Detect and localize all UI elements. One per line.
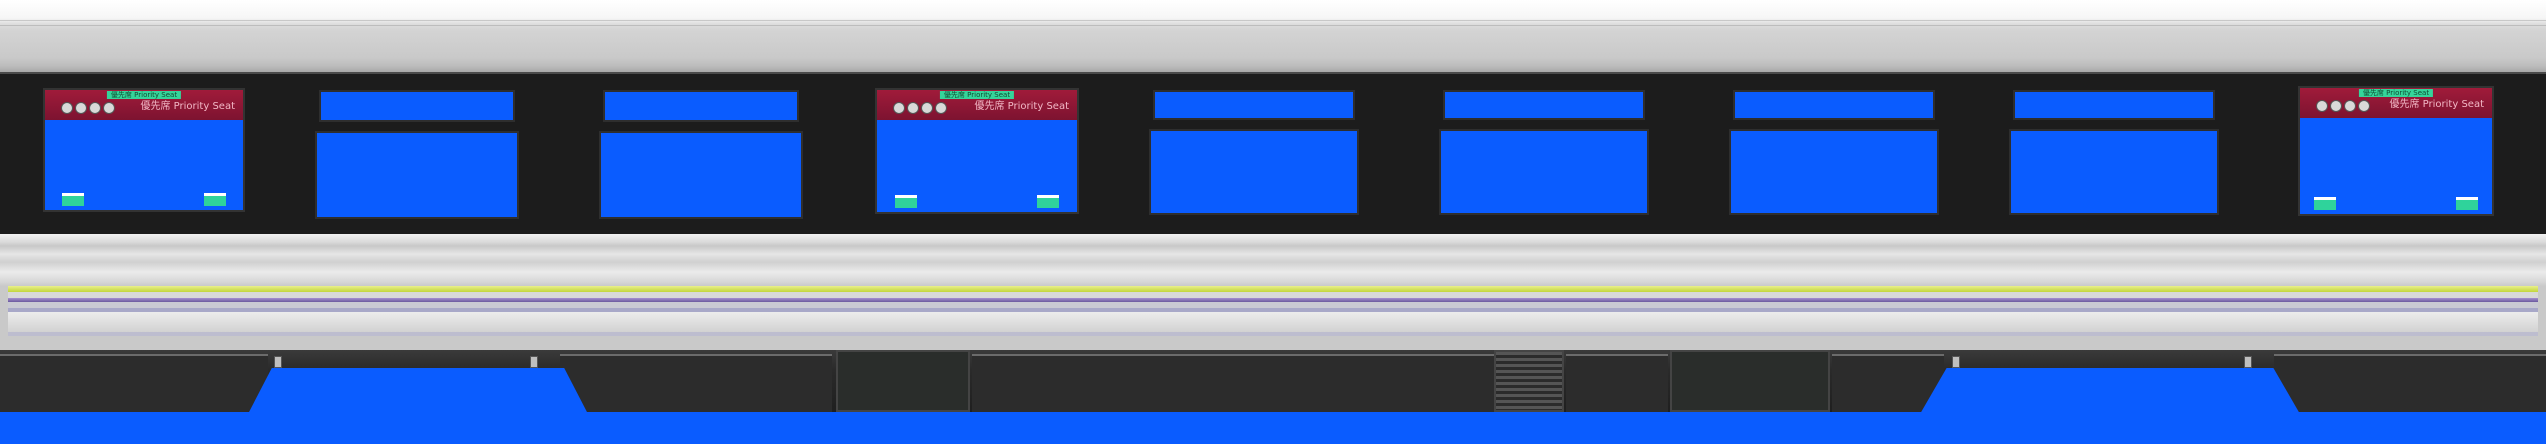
elderly-icon (907, 102, 919, 114)
roof-seam (0, 25, 2546, 26)
green-sticker-right (2456, 197, 2478, 210)
window-upper-pane (1153, 90, 1355, 120)
window-lower-pane (1149, 129, 1359, 215)
priority-seat-icons (2316, 100, 2370, 112)
pregnant-icon (921, 102, 933, 114)
side-skirt (0, 354, 268, 412)
car-roof (0, 0, 2546, 72)
priority-seat-window: 優先席 Priority Seat 優先席 Priority Seat (875, 88, 1079, 214)
window-lower-pane (1729, 129, 1939, 215)
side-skirt (1566, 354, 1668, 412)
priority-seat-tag: 優先席 Priority Seat (2358, 89, 2434, 97)
priority-seat-label: 優先席 Priority Seat (140, 101, 236, 112)
priority-seat-label: 優先席 Priority Seat (974, 101, 1070, 112)
body-bottom-stripe (8, 332, 2538, 336)
window-lower-pane (315, 131, 519, 219)
priority-seat-window: 優先席 Priority Seat 優先席 Priority Seat (2298, 86, 2494, 216)
bogie-mount (2244, 356, 2252, 368)
priority-seat-tag: 優先席 Priority Seat (106, 91, 182, 99)
elderly-icon (2330, 100, 2342, 112)
car-body-panel (0, 234, 2546, 350)
priority-seat-window: 優先席 Priority Seat 優先席 Priority Seat (43, 88, 245, 212)
window-lower-pane (599, 131, 803, 219)
wheelchair-icon (61, 102, 73, 114)
green-sticker-right (204, 193, 226, 206)
priority-seat-label: 優先席 Priority Seat (2389, 99, 2485, 110)
bogie-front (248, 368, 588, 414)
child-icon (103, 102, 115, 114)
priority-seat-sticker: 優先席 Priority Seat 優先席 Priority Seat (2300, 88, 2492, 118)
side-skirt (2274, 354, 2546, 412)
child-icon (2358, 100, 2370, 112)
wheelchair-icon (893, 102, 905, 114)
priority-seat-icons (61, 102, 115, 114)
window-lower-pane (2009, 129, 2219, 215)
window-upper-pane (603, 90, 799, 122)
green-sticker-left (2314, 197, 2336, 210)
green-sticker-left (62, 193, 84, 206)
green-sticker-right (1037, 195, 1059, 208)
priority-seat-sticker: 優先席 Priority Seat 優先席 Priority Seat (45, 90, 243, 120)
priority-seat-sticker: 優先席 Priority Seat 優先席 Priority Seat (877, 90, 1077, 120)
window-upper-pane (1443, 90, 1645, 120)
pregnant-icon (89, 102, 101, 114)
elderly-icon (75, 102, 87, 114)
side-skirt (560, 354, 832, 412)
child-icon (935, 102, 947, 114)
bogie-mount (274, 356, 282, 368)
underfloor-grille (1494, 350, 1564, 412)
pregnant-icon (2344, 100, 2356, 112)
side-skirt (972, 354, 1494, 412)
green-sticker-left (895, 195, 917, 208)
roof-seam (0, 20, 2546, 21)
window-lower-pane (1439, 129, 1649, 215)
bogie-mount (530, 356, 538, 368)
priority-seat-icons (893, 102, 947, 114)
body-lower-panel (8, 312, 2538, 332)
track-area (0, 412, 2546, 444)
window-upper-pane (2013, 90, 2215, 120)
window-upper-pane (1733, 90, 1935, 120)
bogie-mount (1952, 356, 1960, 368)
underfloor-equipment (836, 350, 970, 412)
priority-seat-tag: 優先席 Priority Seat (939, 91, 1015, 99)
window-upper-pane (319, 90, 515, 122)
bogie-rear (1920, 368, 2300, 414)
underfloor-equipment (1670, 350, 1830, 412)
wheelchair-icon (2316, 100, 2328, 112)
